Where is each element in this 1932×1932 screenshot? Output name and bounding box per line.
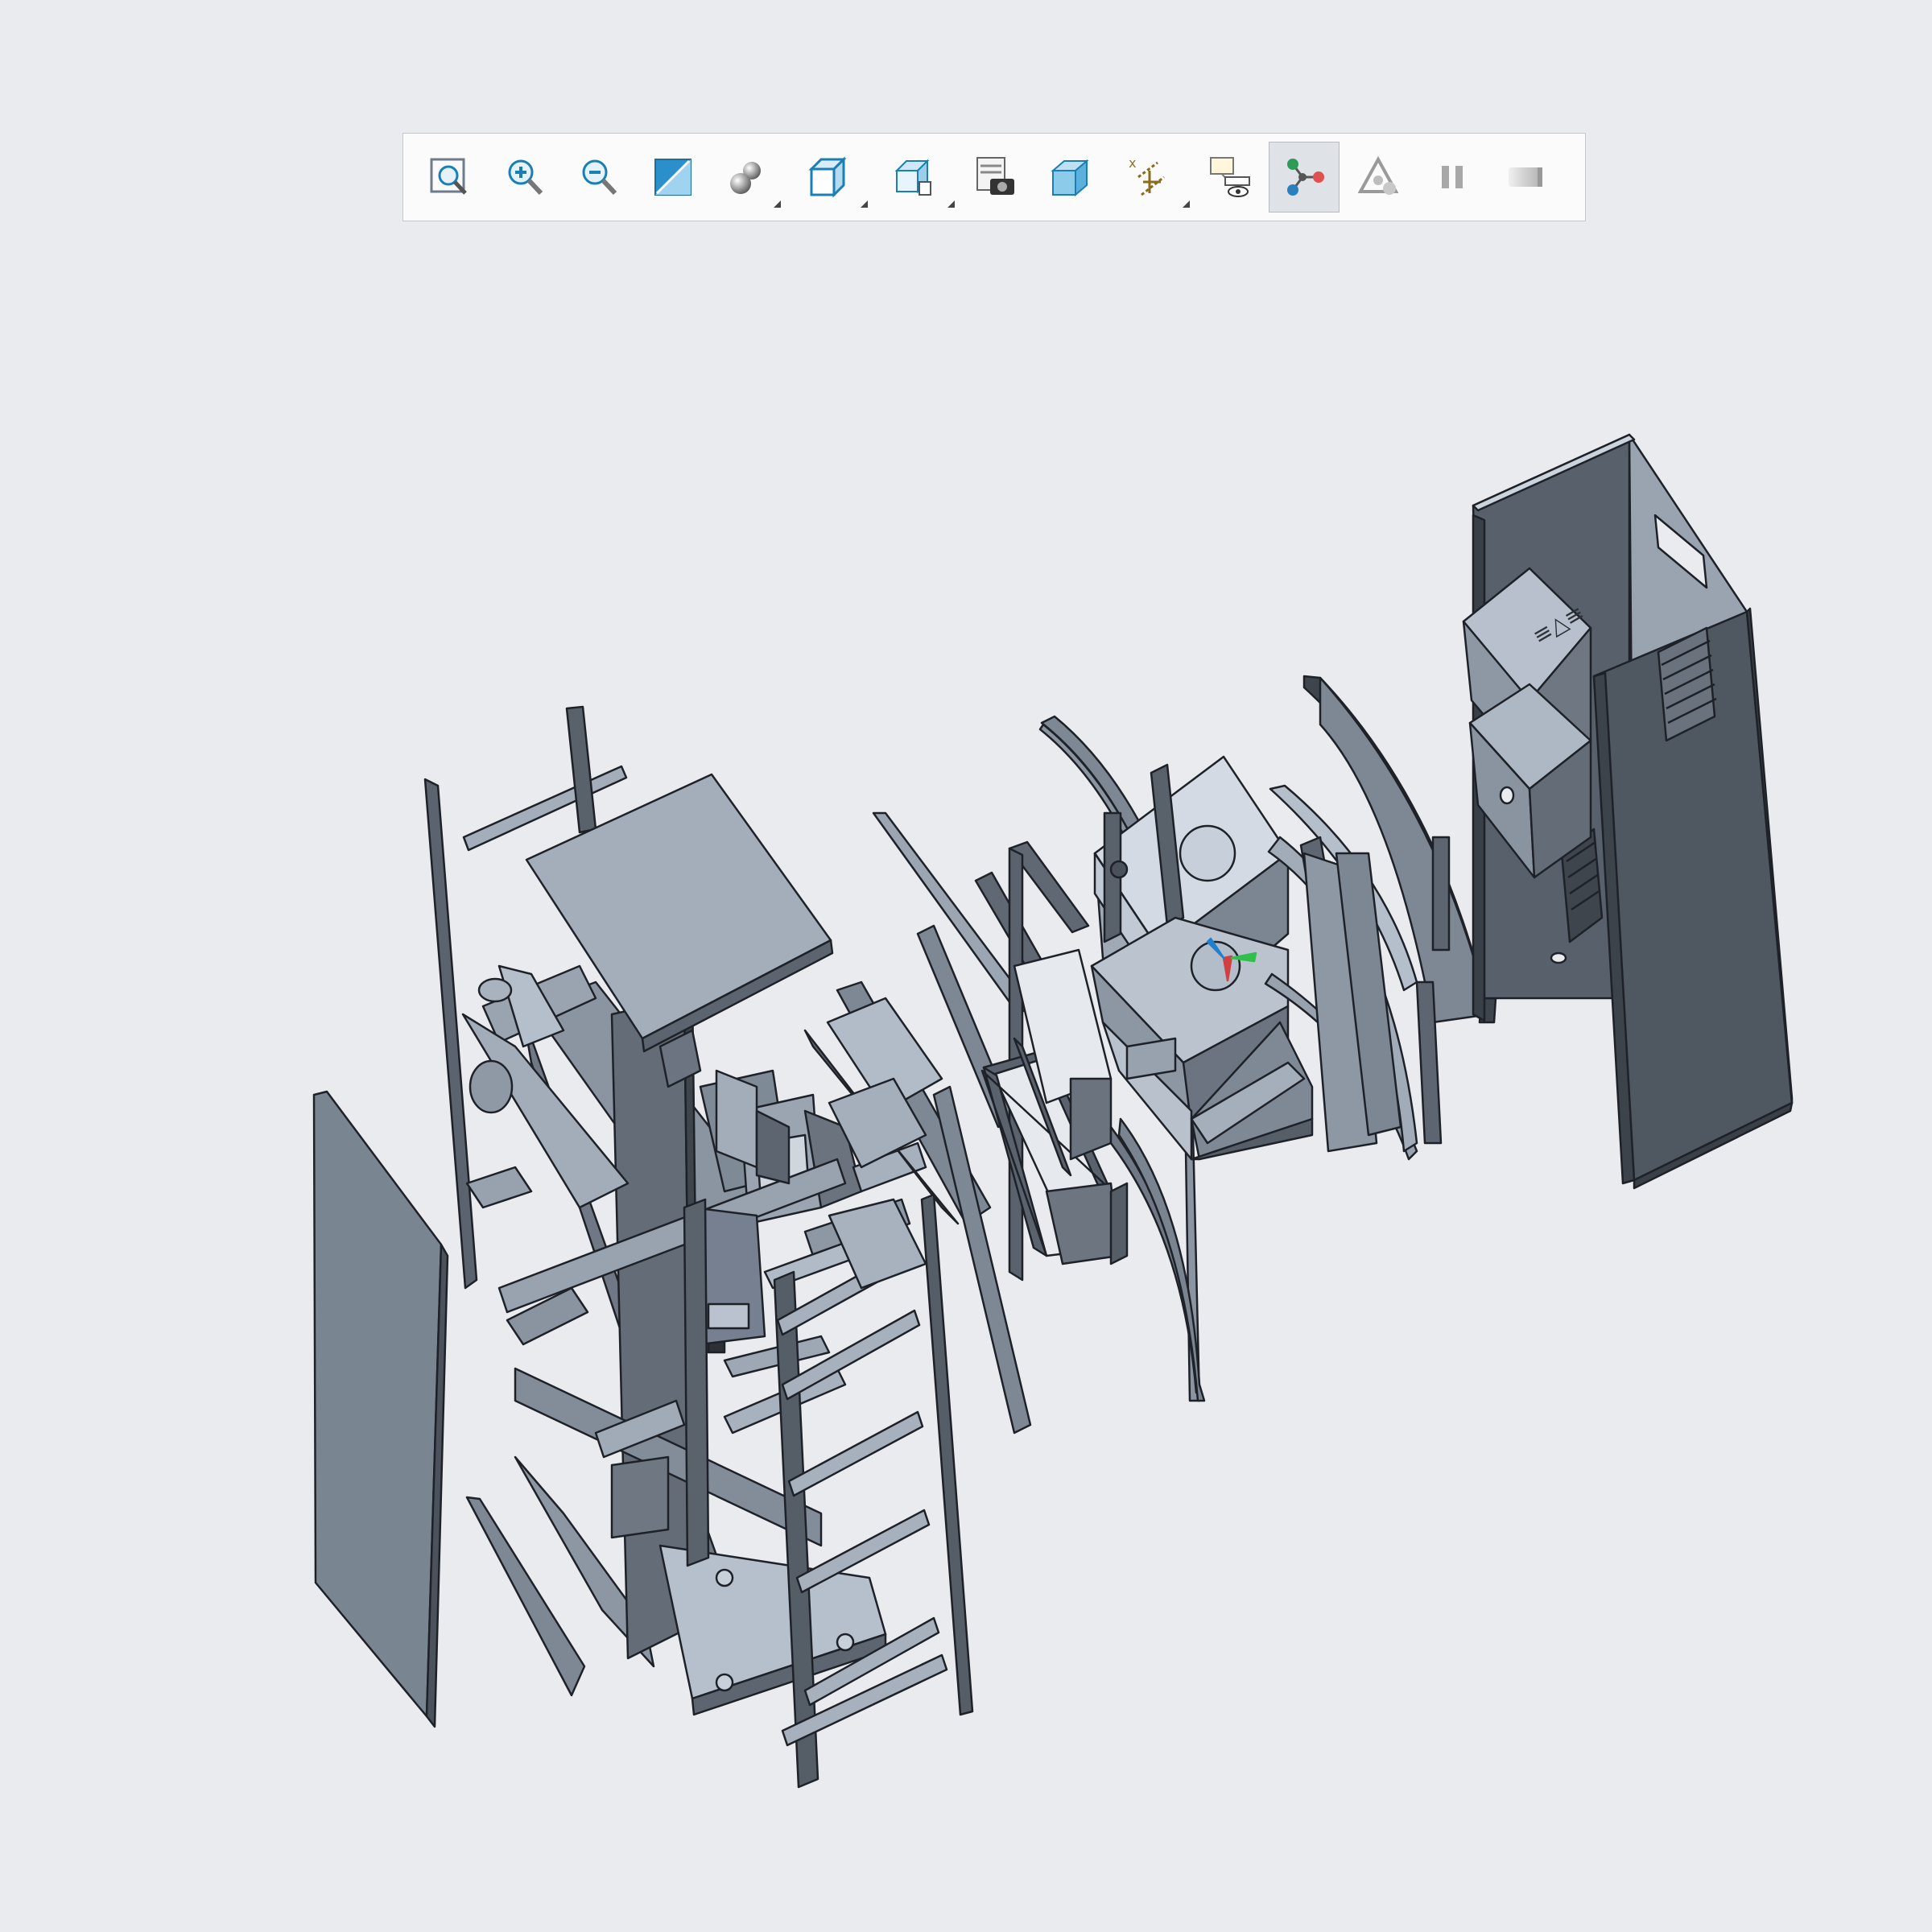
left-side-panel	[312, 1090, 449, 1728]
left-thin-rail	[423, 778, 478, 1290]
model-viewport[interactable]: ≡△≡	[0, 0, 1932, 1932]
